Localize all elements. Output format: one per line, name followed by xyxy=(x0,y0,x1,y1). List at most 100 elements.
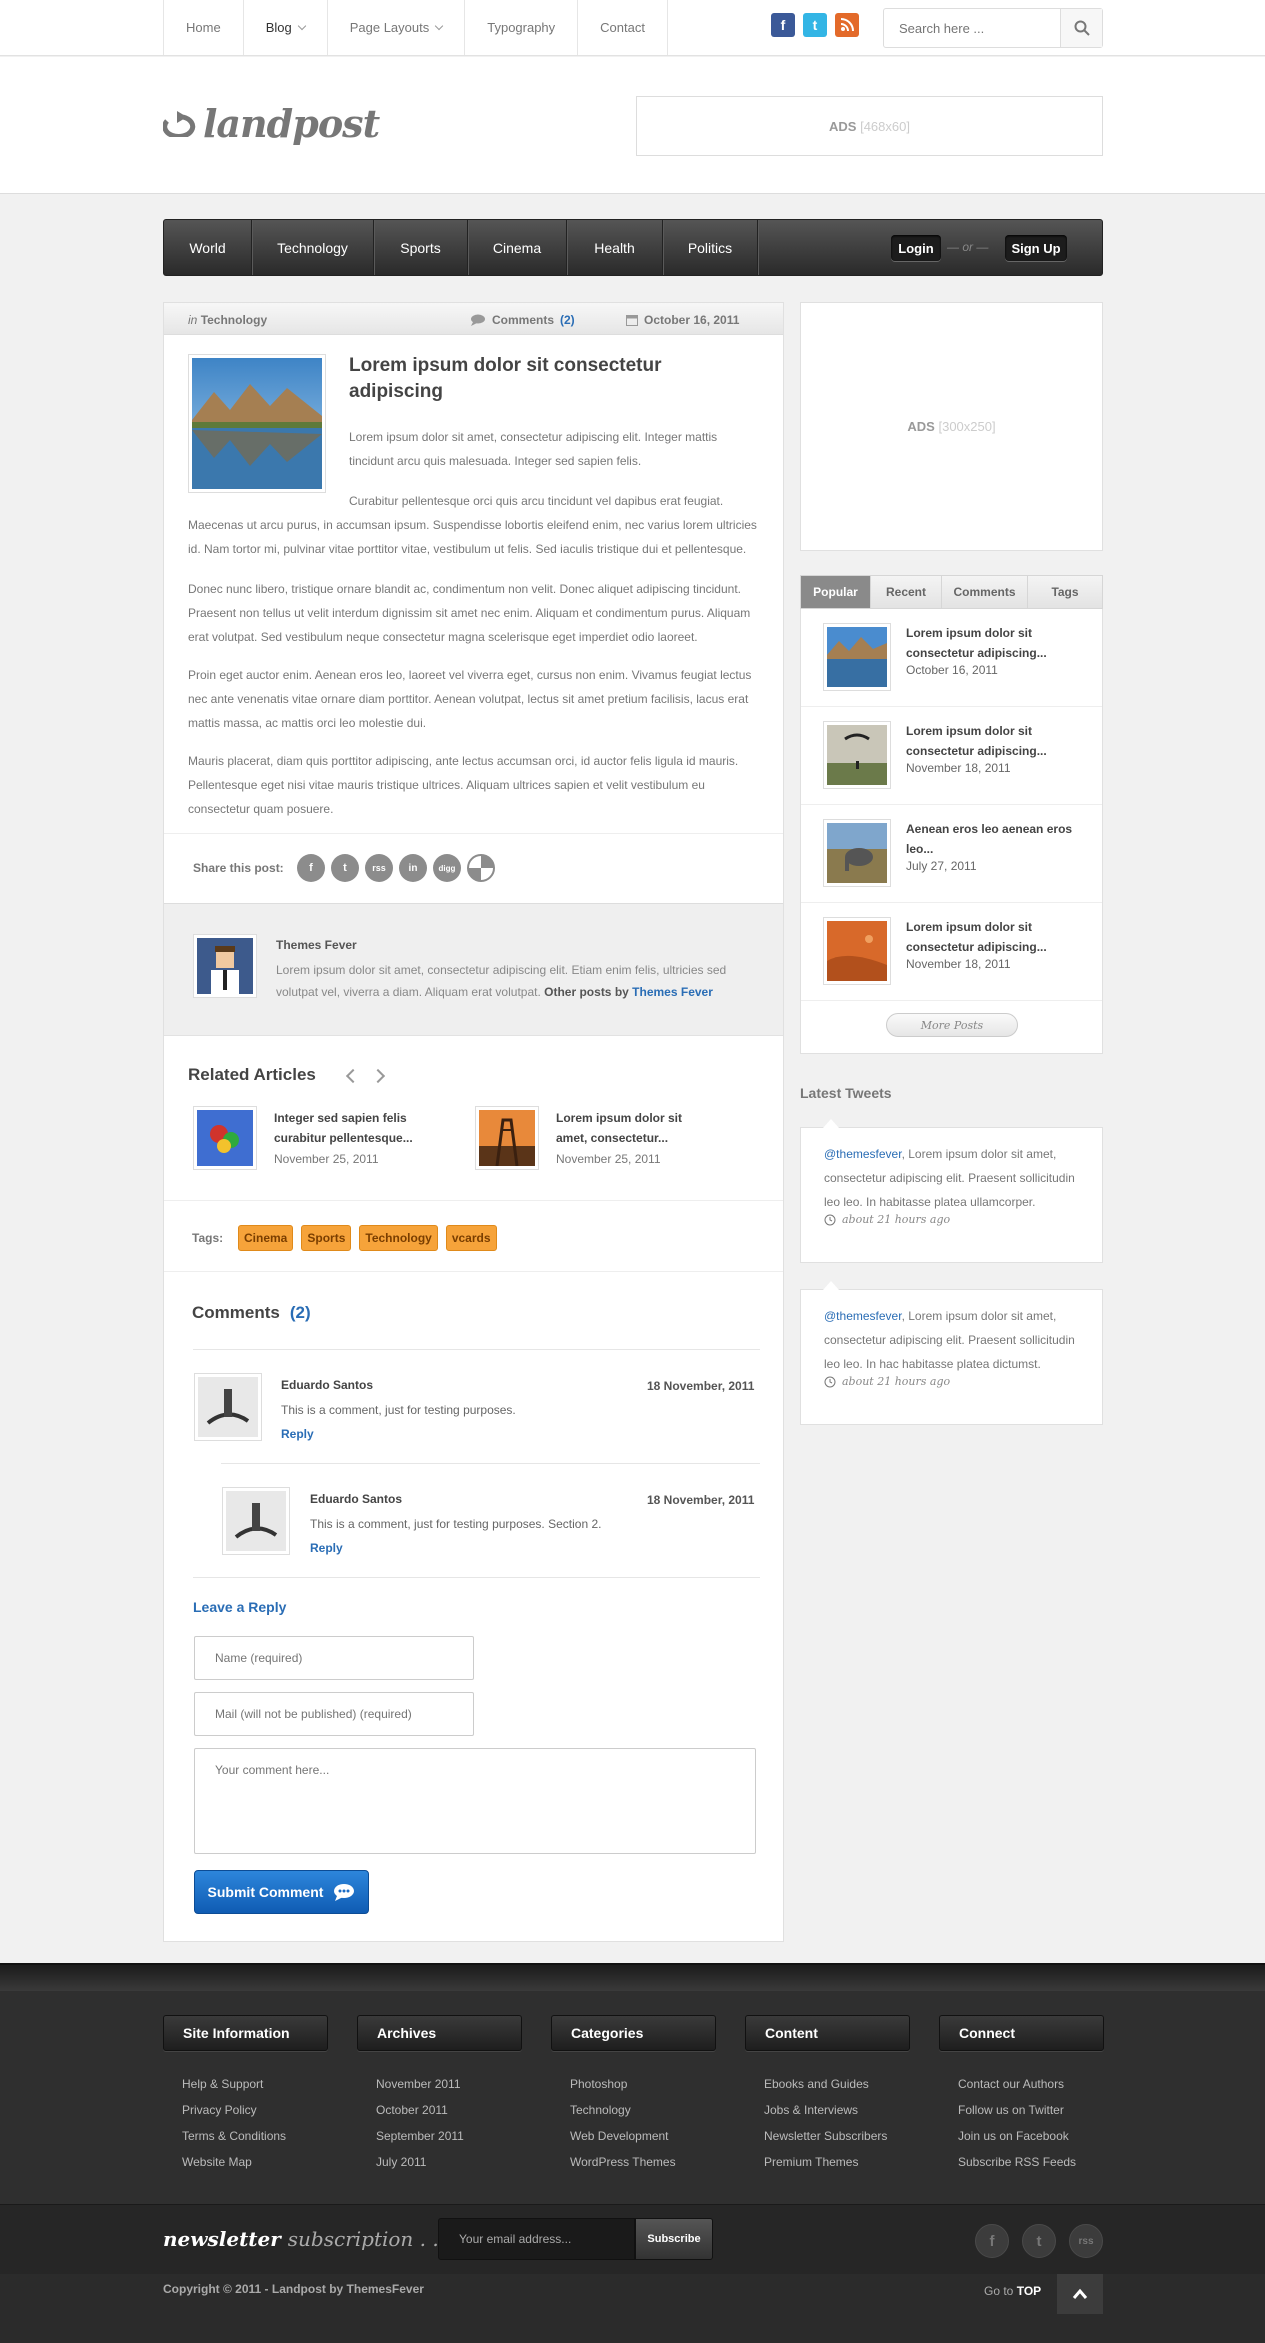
footer-col-connect-title: Connect xyxy=(939,2015,1104,2051)
ads-banner-side[interactable]: ADS [300x250] xyxy=(800,302,1103,551)
footer-link[interactable]: September 2011 xyxy=(376,2123,464,2149)
goto-top-label[interactable]: Go to TOP xyxy=(984,2284,1041,2298)
nav-technology[interactable]: Technology xyxy=(252,220,374,275)
related-title-2[interactable]: Lorem ipsum dolor sit amet, consectetur.… xyxy=(556,1108,706,1148)
footer-link[interactable]: Subscribe RSS Feeds xyxy=(958,2149,1076,2175)
submit-comment-button[interactable]: Submit Comment xyxy=(194,1870,369,1914)
tab-popular[interactable]: Popular xyxy=(801,576,871,608)
newsletter-email-input[interactable]: Your email address... xyxy=(438,2218,635,2260)
search-button[interactable] xyxy=(1060,9,1102,47)
popular-post-1[interactable]: Lorem ipsum dolor sit consectetur adipis… xyxy=(801,609,1102,707)
footer-rss-icon[interactable]: rss xyxy=(1069,2224,1103,2258)
footer-twitter-icon[interactable]: t xyxy=(1022,2224,1056,2258)
tab-tags[interactable]: Tags xyxy=(1028,576,1102,608)
topnav-blog-label: Blog xyxy=(265,20,292,35)
search-box xyxy=(883,8,1103,48)
nav-health[interactable]: Health xyxy=(567,220,663,275)
tweet-handle-1[interactable]: @themesfever xyxy=(824,1147,902,1161)
more-posts-button[interactable]: More Posts xyxy=(886,1013,1018,1037)
post-title[interactable]: Lorem ipsum dolor sit consectetur adipis… xyxy=(349,353,749,405)
topnav-blog[interactable]: Blog xyxy=(244,0,328,55)
footer-link[interactable]: July 2011 xyxy=(376,2149,464,2175)
nav-world[interactable]: World xyxy=(164,220,252,275)
footer-link[interactable]: Terms & Conditions xyxy=(182,2123,286,2149)
footer-link[interactable]: Privacy Policy xyxy=(182,2097,286,2123)
footer-link[interactable]: November 2011 xyxy=(376,2071,464,2097)
footer-link[interactable]: Ebooks and Guides xyxy=(764,2071,887,2097)
popular-post-2[interactable]: Lorem ipsum dolor sit consectetur adipis… xyxy=(801,707,1102,805)
share-facebook-icon[interactable]: f xyxy=(297,854,325,882)
nav-sports[interactable]: Sports xyxy=(374,220,468,275)
popular-post-3[interactable]: Aenean eros leo aenean eros leo... July … xyxy=(801,805,1102,903)
tab-comments[interactable]: Comments xyxy=(942,576,1028,608)
signup-button[interactable]: Sign Up xyxy=(1005,235,1067,261)
footer-link[interactable]: Join us on Facebook xyxy=(958,2123,1076,2149)
nav-cinema[interactable]: Cinema xyxy=(468,220,567,275)
related-thumb-2[interactable] xyxy=(475,1106,539,1170)
comment-textarea[interactable] xyxy=(194,1748,756,1854)
ads-banner-top[interactable]: ADS [468x60] xyxy=(636,96,1103,156)
share-rss-icon[interactable]: rss xyxy=(365,854,393,882)
signup-label: Sign Up xyxy=(1011,240,1061,256)
comment-reply-1[interactable]: Reply xyxy=(281,1427,314,1441)
footer-link[interactable]: Help & Support xyxy=(182,2071,286,2097)
rss-icon[interactable] xyxy=(835,13,859,37)
author-avatar[interactable] xyxy=(193,934,257,998)
popular-post-4[interactable]: Lorem ipsum dolor sit consectetur adipis… xyxy=(801,903,1102,1001)
name-field[interactable] xyxy=(194,1636,474,1680)
footer-link[interactable]: Premium Themes xyxy=(764,2149,887,2175)
share-delicious-icon[interactable]: del xyxy=(467,854,495,882)
site-logo[interactable]: landpost xyxy=(163,101,380,146)
footer-link[interactable]: WordPress Themes xyxy=(570,2149,676,2175)
or-separator: — or — xyxy=(947,240,989,254)
topnav-typography[interactable]: Typography xyxy=(465,0,579,55)
mail-field[interactable] xyxy=(194,1692,474,1736)
topnav-page-layouts[interactable]: Page Layouts xyxy=(328,0,466,55)
share-twitter-icon[interactable]: t xyxy=(331,854,359,882)
related-thumb-1[interactable] xyxy=(193,1106,257,1170)
post-paragraph-3: Proin eget auctor enim. Aenean eros leo,… xyxy=(188,668,752,730)
login-button[interactable]: Login xyxy=(891,235,941,261)
comment-reply-2[interactable]: Reply xyxy=(310,1541,343,1555)
tab-recent[interactable]: Recent xyxy=(871,576,942,608)
lake-image xyxy=(827,627,887,687)
popular-date-2: November 18, 2011 xyxy=(906,761,1011,775)
top-label: TOP xyxy=(1016,2284,1042,2298)
footer-link[interactable]: Web Development xyxy=(570,2123,676,2149)
post-meta-bar: in Technology Comments (2) October 16, 2… xyxy=(164,303,783,335)
footer-link[interactable]: Follow us on Twitter xyxy=(958,2097,1076,2123)
tag-cinema[interactable]: Cinema xyxy=(238,1225,294,1251)
login-label: Login xyxy=(898,240,934,256)
tag-technology[interactable]: Technology xyxy=(359,1225,438,1251)
topnav-home[interactable]: Home xyxy=(164,0,244,55)
footer-facebook-icon[interactable]: f xyxy=(975,2224,1009,2258)
author-link[interactable]: Themes Fever xyxy=(632,985,713,999)
twitter-icon[interactable]: t xyxy=(803,13,827,37)
subscribe-button[interactable]: Subscribe xyxy=(635,2218,713,2260)
footer-link[interactable]: Technology xyxy=(570,2097,676,2123)
footer-link[interactable]: Contact our Authors xyxy=(958,2071,1076,2097)
post-comments-count[interactable]: Comments (2) xyxy=(470,313,575,327)
tweet-handle-2[interactable]: @themesfever xyxy=(824,1309,902,1323)
footer-link[interactable]: Jobs & Interviews xyxy=(764,2097,887,2123)
facebook-icon[interactable]: f xyxy=(771,13,795,37)
prev-arrow-icon[interactable] xyxy=(345,1068,361,1084)
footer-link[interactable]: October 2011 xyxy=(376,2097,464,2123)
post-thumbnail[interactable] xyxy=(188,354,326,493)
category-link[interactable]: Technology xyxy=(201,313,267,327)
post-paragraph-1-start: Curabitur pellentesque orci quis arcu ti… xyxy=(349,494,724,508)
tags-row: Tags: Cinema Sports Technology vcards xyxy=(164,1200,783,1272)
tag-vcards[interactable]: vcards xyxy=(445,1225,497,1251)
share-linkedin-icon[interactable]: in xyxy=(399,854,427,882)
search-input[interactable] xyxy=(884,9,1059,47)
tag-sports[interactable]: Sports xyxy=(301,1225,352,1251)
footer-link[interactable]: Newsletter Subscribers xyxy=(764,2123,887,2149)
share-digg-icon[interactable]: digg xyxy=(433,854,461,882)
related-title-1[interactable]: Integer sed sapien felis curabitur pelle… xyxy=(274,1108,424,1148)
footer-link[interactable]: Website Map xyxy=(182,2149,286,2175)
topnav-contact[interactable]: Contact xyxy=(578,0,668,55)
footer-link[interactable]: Photoshop xyxy=(570,2071,676,2097)
next-arrow-icon[interactable] xyxy=(370,1068,386,1084)
nav-politics[interactable]: Politics xyxy=(663,220,758,275)
back-to-top-button[interactable] xyxy=(1057,2274,1103,2314)
